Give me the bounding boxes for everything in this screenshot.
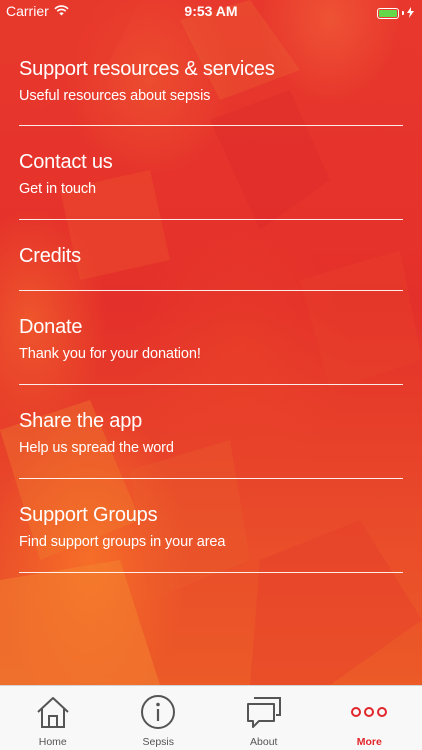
menu-item-title: Contact us [19, 151, 113, 173]
menu-item-contact-us[interactable]: Contact us Get in touch [19, 126, 403, 220]
more-icon [349, 694, 389, 730]
menu-item-title: Donate [19, 316, 83, 338]
menu-item-donate[interactable]: Donate Thank you for your donation! [19, 291, 403, 385]
status-time: 9:53 AM [184, 3, 238, 19]
tab-home[interactable]: Home [0, 686, 106, 750]
menu-item-subtitle: Useful resources about sepsis [19, 88, 211, 104]
menu-item-title: Share the app [19, 410, 143, 432]
menu-item-support-resources[interactable]: Support resources & services Useful reso… [19, 40, 403, 126]
menu-item-credits[interactable]: Credits [19, 220, 403, 291]
menu-item-title: Support Groups [19, 504, 158, 526]
tab-label: Home [38, 736, 67, 748]
chat-icon [244, 694, 284, 730]
tab-label: Sepsis [142, 736, 174, 748]
battery-cap [402, 11, 404, 15]
charging-bolt-icon [407, 5, 414, 21]
menu-item-share-app[interactable]: Share the app Help us spread the word [19, 385, 403, 479]
menu-item-title: Credits [19, 245, 81, 267]
menu-item-subtitle: Find support groups in your area [19, 534, 226, 550]
tab-sepsis[interactable]: Sepsis [106, 686, 212, 750]
battery-icon [377, 7, 399, 19]
tab-label: About [250, 736, 278, 748]
tab-about[interactable]: About [211, 686, 317, 750]
menu-item-subtitle: Help us spread the word [19, 440, 174, 456]
info-icon [138, 694, 178, 730]
battery-level [379, 9, 397, 17]
battery-indicator [377, 5, 414, 21]
tab-label: More [356, 736, 382, 748]
menu-item-subtitle: Get in touch [19, 181, 96, 197]
menu-item-title: Support resources & services [19, 58, 275, 80]
tab-bar: Home Sepsis About More [0, 685, 422, 750]
more-menu-list: Support resources & services Useful reso… [19, 40, 403, 573]
status-bar: Carrier 9:53 AM [0, 0, 422, 22]
menu-item-subtitle: Thank you for your donation! [19, 346, 201, 362]
menu-item-support-groups[interactable]: Support Groups Find support groups in yo… [19, 479, 403, 573]
screen: Carrier 9:53 AM Support resources & serv… [0, 0, 422, 750]
home-icon [33, 694, 73, 730]
tab-more[interactable]: More [317, 686, 422, 750]
